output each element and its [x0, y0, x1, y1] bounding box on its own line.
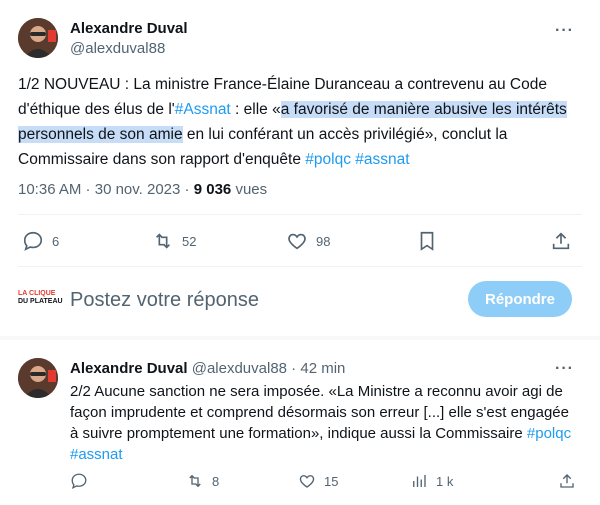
reply-icon: [70, 472, 88, 490]
reply-more-options-icon[interactable]: ···: [555, 360, 574, 378]
reply-hashtag-polqc-link[interactable]: #polqc: [527, 425, 571, 442]
reply-like-count: 15: [324, 473, 339, 489]
reply-count: 6: [52, 233, 60, 249]
author-name[interactable]: Alexandre Duval: [70, 20, 188, 37]
bookmark-icon: [416, 230, 438, 252]
views-label: vues: [235, 181, 268, 198]
reply-text-main: 2/2 Aucune sanction ne sera imposée. «La…: [70, 383, 569, 442]
retweet-icon: [186, 472, 204, 490]
retweet-icon: [152, 230, 174, 252]
tweet-time[interactable]: 10:36 AM: [18, 181, 81, 198]
reply-author-name[interactable]: Alexandre Duval: [70, 360, 188, 377]
share-icon: [550, 230, 572, 252]
reply-button[interactable]: Répondre: [468, 281, 572, 317]
reply-views-action[interactable]: 1 k: [410, 472, 453, 490]
reply-views-count: 1 k: [436, 473, 454, 489]
reply-share-action[interactable]: [558, 472, 576, 490]
heart-icon: [298, 472, 316, 490]
author-handle[interactable]: @alexduval88: [70, 40, 165, 57]
reply-age[interactable]: 42 min: [300, 360, 345, 377]
tweet-date[interactable]: 30 nov. 2023: [95, 181, 181, 198]
account-logo[interactable]: LA CLIQUE DU PLATEAU: [18, 290, 64, 314]
share-icon: [558, 472, 576, 490]
reply-header: Alexandre Duval @alexduval88 · 42 min: [70, 360, 346, 377]
share-action[interactable]: [550, 230, 572, 252]
reply-like-action[interactable]: 15: [298, 472, 338, 490]
reply-retweet-action[interactable]: 8: [186, 472, 219, 490]
reply-hashtag-assnat-link[interactable]: #assnat: [70, 446, 123, 463]
reply-reply-action[interactable]: [70, 472, 88, 490]
logo-line-2: DU PLATEAU: [18, 298, 63, 305]
bookmark-action[interactable]: [416, 230, 438, 252]
like-action[interactable]: 98: [286, 230, 330, 252]
reply-input[interactable]: Postez votre réponse: [70, 289, 259, 312]
retweet-count: 52: [182, 233, 197, 249]
meta-separator-2: ·: [180, 181, 194, 198]
more-options-icon[interactable]: ···: [555, 22, 574, 40]
reply-author-avatar[interactable]: [18, 358, 58, 398]
reply-author-handle[interactable]: @alexduval88: [192, 360, 287, 377]
tweet-meta: 10:36 AM · 30 nov. 2023 · 9 036 vues: [18, 181, 267, 198]
hashtag-assnat-link[interactable]: #Assnat: [175, 101, 231, 118]
reply-text: 2/2 Aucune sanction ne sera imposée. «La…: [70, 381, 575, 465]
tweet-text: 1/2 NOUVEAU : La ministre France-Élaine …: [18, 72, 588, 172]
divider-top: [18, 214, 582, 215]
hashtag-assnat-link-2[interactable]: #assnat: [355, 151, 409, 168]
logo-line-1: LA CLIQUE: [18, 290, 56, 297]
reply-retweet-count: 8: [212, 473, 220, 489]
retweet-action[interactable]: 52: [152, 230, 196, 252]
author-avatar[interactable]: [18, 18, 58, 58]
analytics-icon: [410, 472, 428, 490]
hashtag-polqc-link[interactable]: #polqc: [305, 151, 351, 168]
heart-icon: [286, 230, 308, 252]
views-count: 9 036: [193, 181, 232, 198]
tweet-text-part2: : elle «: [230, 101, 281, 118]
like-count: 98: [316, 233, 331, 249]
reply-icon: [22, 230, 44, 252]
reply-action[interactable]: 6: [22, 230, 59, 252]
meta-separator: ·: [81, 181, 95, 198]
divider-middle: [18, 266, 582, 267]
divider-bottom: [0, 336, 600, 340]
